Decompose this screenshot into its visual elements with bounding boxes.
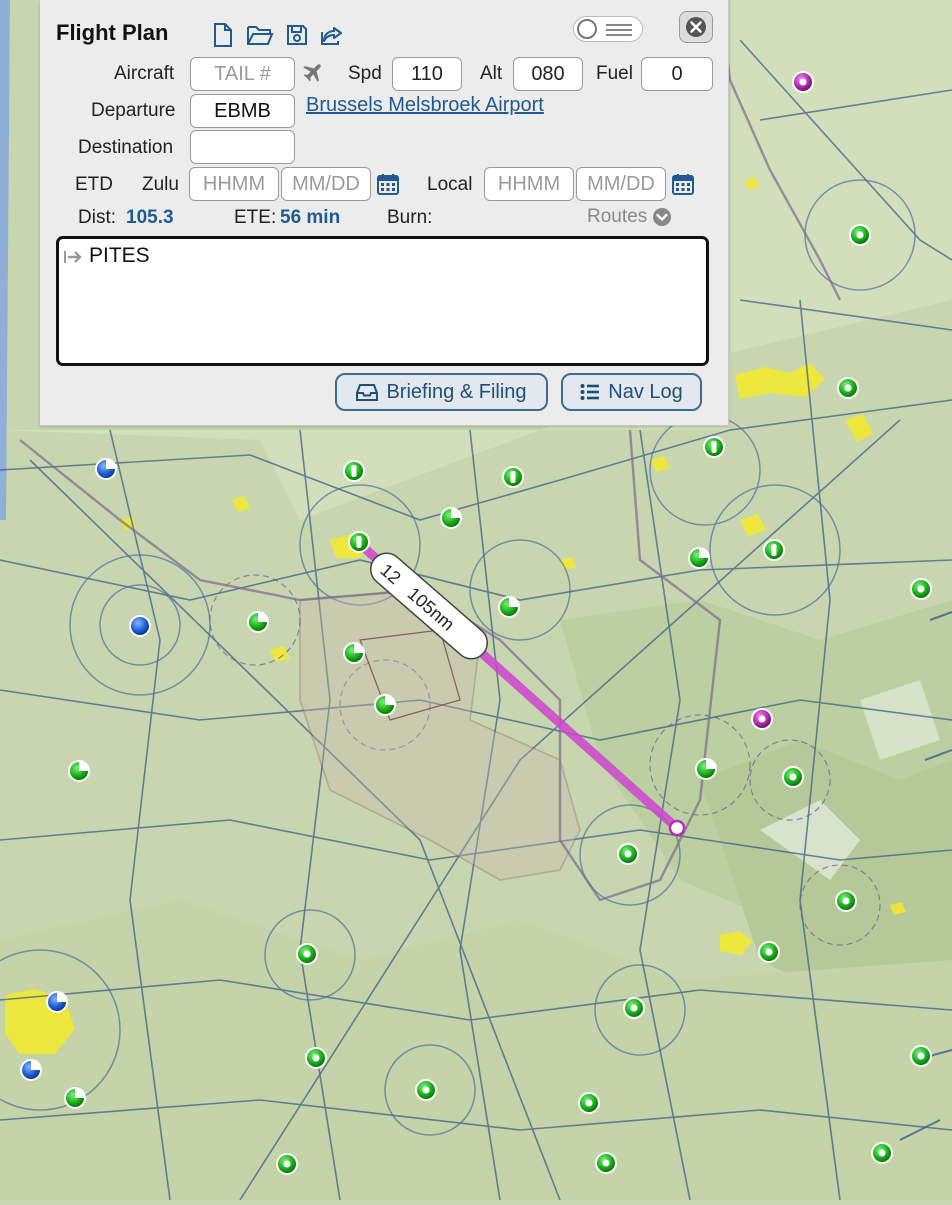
destination-input[interactable] xyxy=(190,130,295,164)
departure-label: Departure xyxy=(91,100,176,121)
airport-marker xyxy=(68,760,90,782)
airport-marker xyxy=(703,436,725,458)
panel-title: Flight Plan xyxy=(56,20,169,45)
tail-number-input[interactable] xyxy=(190,57,295,91)
airport-marker xyxy=(46,991,68,1013)
open-folder-icon[interactable] xyxy=(245,22,275,48)
toggle-knob xyxy=(577,19,597,39)
route-text-area[interactable]: PITES xyxy=(56,236,709,366)
speed-input[interactable] xyxy=(392,57,462,91)
chevron-down-circle-icon xyxy=(653,208,672,226)
airport-marker xyxy=(502,466,524,488)
airport-marker xyxy=(758,941,780,963)
save-icon[interactable] xyxy=(284,22,310,48)
airport-marker xyxy=(910,578,932,600)
briefing-filing-label: Briefing & Filing xyxy=(386,380,527,403)
altitude-input[interactable] xyxy=(513,57,583,91)
local-date-input[interactable] xyxy=(576,167,666,201)
airport-marker xyxy=(751,708,773,730)
airport-marker xyxy=(782,766,804,788)
airport-marker xyxy=(617,843,639,865)
route-text: PITES xyxy=(89,244,150,267)
fuel-label: Fuel xyxy=(596,63,633,84)
airport-marker xyxy=(578,1092,600,1114)
destination-label: Destination xyxy=(78,137,174,158)
airport-marker xyxy=(276,1153,298,1175)
close-icon xyxy=(686,17,706,37)
altitude-label: Alt xyxy=(480,63,503,84)
airplane-icon[interactable] xyxy=(299,60,325,86)
airport-marker xyxy=(129,615,151,637)
ete-value: 56 min xyxy=(280,207,341,228)
etd-label: ETD xyxy=(75,174,113,195)
airport-marker xyxy=(343,642,365,664)
airport-marker xyxy=(247,611,269,633)
departure-input[interactable] xyxy=(190,94,295,128)
close-button[interactable] xyxy=(679,11,713,43)
fuel-input[interactable] xyxy=(641,57,713,91)
local-calendar-icon[interactable] xyxy=(670,171,696,197)
share-icon[interactable] xyxy=(318,22,346,48)
speed-label: Spd xyxy=(348,63,382,84)
aircraft-label: Aircraft xyxy=(114,63,175,84)
routes-dropdown[interactable]: Routes xyxy=(587,206,672,228)
airport-marker xyxy=(849,224,871,246)
airport-marker xyxy=(374,694,396,716)
inbox-icon xyxy=(356,384,379,401)
list-bullets-icon xyxy=(580,384,600,400)
zulu-calendar-icon[interactable] xyxy=(375,171,401,197)
airport-marker xyxy=(837,377,859,399)
airport-marker xyxy=(64,1087,86,1109)
new-file-icon[interactable] xyxy=(210,22,236,48)
local-time-input[interactable] xyxy=(484,167,574,201)
zulu-label: Zulu xyxy=(142,174,179,195)
routes-label: Routes xyxy=(587,206,648,227)
local-label: Local xyxy=(427,174,473,195)
airport-marker xyxy=(498,596,520,618)
airport-marker xyxy=(871,1142,893,1164)
airport-marker xyxy=(688,547,710,569)
airport-marker xyxy=(415,1079,437,1101)
airport-marker xyxy=(440,507,462,529)
ete-label: ETE: xyxy=(234,207,277,228)
airport-marker xyxy=(305,1047,327,1069)
airport-marker xyxy=(348,531,370,553)
airport-marker xyxy=(343,460,365,482)
airport-marker xyxy=(695,758,717,780)
nav-log-label: Nav Log xyxy=(608,380,683,403)
departure-airport-link[interactable]: Brussels Melsbroek Airport xyxy=(306,94,544,117)
route-waypoint-pites[interactable] xyxy=(668,819,686,837)
airport-marker xyxy=(763,539,785,561)
airport-marker xyxy=(20,1059,42,1081)
dist-value: 105.3 xyxy=(126,207,174,228)
airport-marker xyxy=(792,71,814,93)
airport-marker xyxy=(623,997,645,1019)
zulu-date-input[interactable] xyxy=(281,167,371,201)
zulu-time-input[interactable] xyxy=(189,167,279,201)
route-arrow-icon xyxy=(64,251,82,263)
airport-marker xyxy=(296,943,318,965)
nav-log-button[interactable]: Nav Log xyxy=(561,373,702,411)
flight-plan-panel: Flight Plan Aircraft Spd Alt Fuel Depart… xyxy=(40,0,729,426)
airport-marker xyxy=(95,458,117,480)
list-icon xyxy=(606,24,632,36)
airport-marker xyxy=(595,1152,617,1174)
briefing-filing-button[interactable]: Briefing & Filing xyxy=(335,373,548,411)
burn-label: Burn: xyxy=(387,207,433,228)
panel-mode-toggle[interactable] xyxy=(573,16,643,42)
airport-marker xyxy=(835,890,857,912)
airport-marker xyxy=(910,1045,932,1067)
dist-label: Dist: xyxy=(78,207,116,228)
